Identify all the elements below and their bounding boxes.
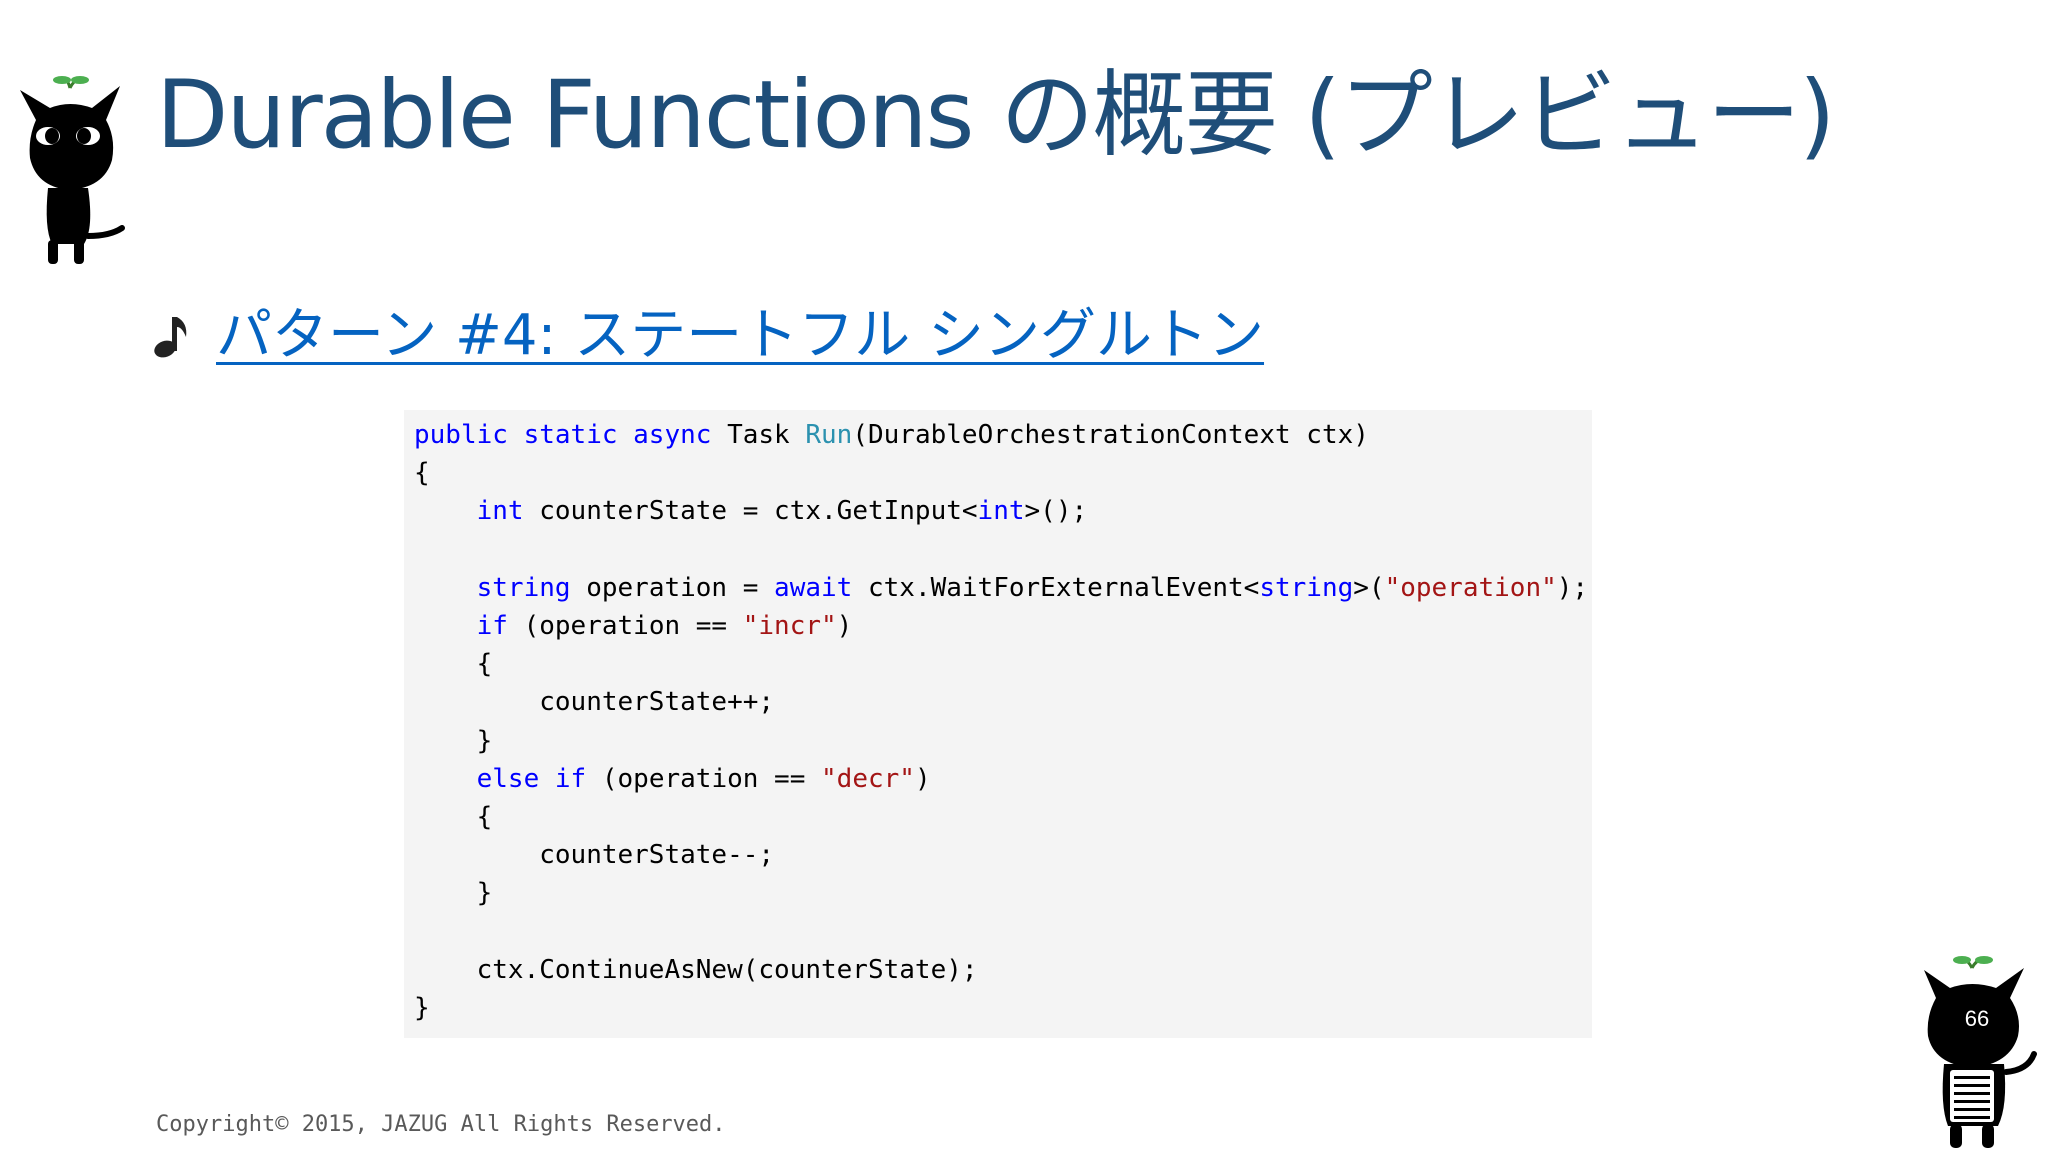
code-keyword: else bbox=[476, 763, 540, 794]
code-line: } bbox=[414, 722, 1592, 760]
slide-title: Durable Functions の概要 (プレビュー) bbox=[156, 61, 1836, 170]
code-text: ctx.ContinueAsNew(counterState); bbox=[476, 954, 978, 985]
code-text: counterState = ctx.GetInput< bbox=[523, 496, 978, 527]
code-line: { bbox=[414, 454, 1592, 492]
code-keyword: async bbox=[633, 420, 712, 450]
code-line: } bbox=[414, 874, 1592, 912]
code-line: string operation = await ctx.WaitForExte… bbox=[414, 569, 1592, 607]
code-text: { bbox=[414, 458, 430, 489]
code-text: ) bbox=[836, 610, 853, 641]
code-text: >( bbox=[1353, 572, 1385, 603]
code-line: counterState++; bbox=[414, 683, 1592, 721]
code-text: (DurableOrchestrationContext ctx) bbox=[852, 420, 1369, 450]
code-text: counterState++; bbox=[539, 687, 775, 718]
code-text: ); bbox=[1556, 572, 1589, 603]
code-keyword: await bbox=[774, 572, 853, 603]
code-keyword: public bbox=[414, 420, 508, 450]
code-text: counterState--; bbox=[539, 840, 775, 871]
code-line: } bbox=[414, 989, 1592, 1027]
code-block: public static async Task Run(DurableOrch… bbox=[404, 410, 1592, 1038]
code-text: } bbox=[414, 992, 430, 1023]
code-line: int counterState = ctx.GetInput<int>(); bbox=[414, 492, 1592, 530]
code-line: { bbox=[414, 645, 1592, 683]
code-type: Task bbox=[727, 420, 790, 450]
code-string: "decr" bbox=[821, 763, 915, 794]
code-keyword: int bbox=[476, 496, 524, 527]
code-keyword: if bbox=[554, 763, 587, 794]
page-number: 66 bbox=[1964, 1006, 1990, 1031]
music-note-icon bbox=[154, 317, 187, 358]
code-text: >(); bbox=[1024, 496, 1088, 527]
code-keyword: static bbox=[523, 420, 618, 450]
code-string: "incr" bbox=[742, 610, 837, 641]
black-cat-mascot-top-icon bbox=[20, 76, 125, 264]
code-text: ) bbox=[914, 763, 931, 794]
code-keyword: if bbox=[476, 610, 508, 641]
code-text: (operation == bbox=[507, 610, 743, 641]
code-text: (operation == bbox=[586, 763, 822, 794]
code-line: { bbox=[414, 798, 1592, 836]
code-line: if (operation == "incr") bbox=[414, 607, 1592, 645]
code-keyword: string bbox=[476, 572, 571, 603]
code-line: else if (operation == "decr") bbox=[414, 760, 1592, 798]
code-text: } bbox=[476, 725, 493, 756]
code-keyword: int bbox=[977, 496, 1025, 527]
code-method-name: Run bbox=[805, 420, 853, 450]
code-line: ctx.ContinueAsNew(counterState); bbox=[414, 951, 1592, 989]
black-cat-mascot-bottom-icon bbox=[1924, 956, 2037, 1148]
code-text: { bbox=[476, 649, 493, 680]
pattern-link[interactable]: パターン #4: ステートフル シングルトン bbox=[216, 296, 1264, 376]
code-keyword: string bbox=[1259, 572, 1354, 603]
code-text: { bbox=[476, 801, 493, 832]
bullet-item: パターン #4: ステートフル シングルトン bbox=[152, 296, 1264, 376]
copyright-text: Copyright© 2015, JAZUG All Rights Reserv… bbox=[156, 1112, 726, 1137]
code-text: } bbox=[476, 878, 493, 909]
code-text: operation = bbox=[570, 572, 775, 603]
code-line: public static async Task Run(DurableOrch… bbox=[414, 416, 1592, 454]
code-string: "operation" bbox=[1384, 572, 1557, 603]
code-line: counterState--; bbox=[414, 836, 1592, 874]
code-text: ctx.WaitForExternalEvent< bbox=[852, 572, 1260, 603]
